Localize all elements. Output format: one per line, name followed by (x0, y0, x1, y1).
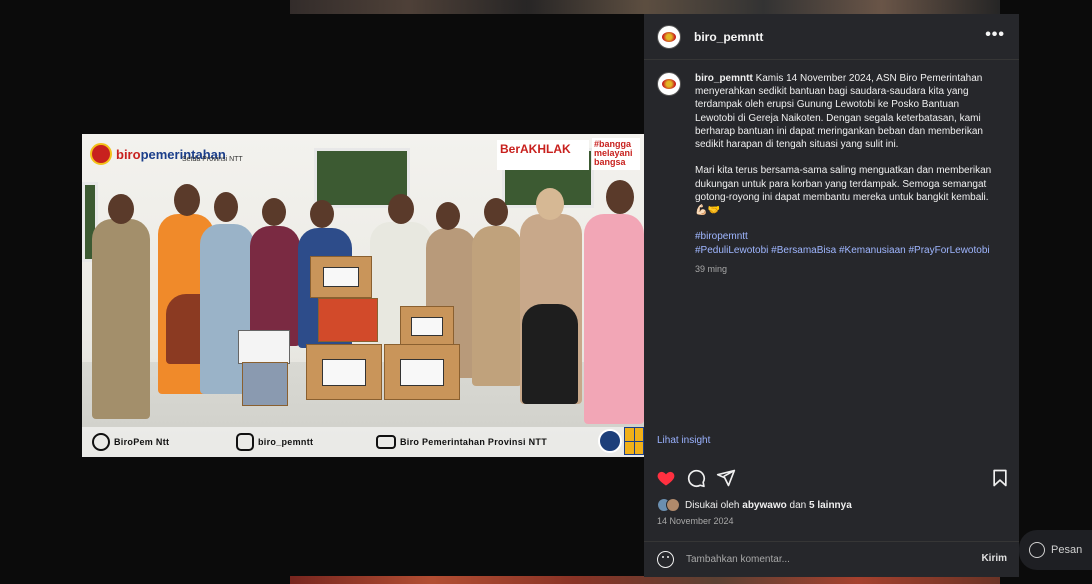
donation-box (238, 330, 290, 364)
facebook-icon (92, 433, 110, 451)
person (250, 226, 300, 346)
footer-facebook-label: BiroPem Ntt (114, 437, 170, 447)
berakhlak-badge: BerAKHLAK (497, 140, 589, 170)
background-feed-thumbnails-top (290, 0, 1000, 14)
person (472, 226, 522, 386)
donation-box (318, 298, 378, 342)
person-head (536, 188, 564, 220)
post-image[interactable]: biropemerintahan Setda Provinsi NTT BerA… (82, 134, 644, 457)
view-insights-link[interactable]: Lihat insight (657, 435, 710, 446)
emoji-icon[interactable] (657, 551, 674, 568)
comment-icon[interactable] (686, 468, 706, 488)
person-head (606, 180, 634, 214)
person-head (436, 202, 460, 230)
avatar (666, 498, 680, 512)
likes-prefix: Disukai oleh (685, 499, 740, 511)
footer-facebook: BiroPem Ntt (92, 433, 169, 451)
footer-instagram: biro_pemntt (236, 433, 313, 451)
footer-youtube-label: Biro Pemerintahan Provinsi NTT (400, 437, 548, 447)
caption-paragraph-2: Mari kita terus bersama-sama saling meng… (695, 165, 992, 217)
bookmark-icon[interactable] (990, 468, 1010, 488)
messages-button[interactable]: Pesan (1019, 530, 1092, 570)
person (92, 219, 150, 419)
bangga-melayani-badge: #bangga melayani bangsa (592, 138, 640, 170)
messages-label: Pesan (1051, 544, 1083, 556)
post-side-panel: biro_pemntt ••• biro_pemntt Kamis 14 Nov… (644, 14, 1019, 577)
messenger-icon (1029, 542, 1045, 558)
person (584, 214, 644, 424)
likes-user[interactable]: abywawo (742, 500, 786, 511)
caption-paragraph-1: Kamis 14 November 2024, ASN Biro Pemerin… (695, 73, 983, 151)
footer-instagram-label: biro_pemntt (258, 437, 314, 447)
person-head (174, 184, 200, 216)
post-time-ago: 39 ming (695, 263, 728, 274)
footer-youtube: Biro Pemerintahan Provinsi NTT (376, 435, 547, 449)
post-username[interactable]: biro_pemntt (694, 30, 763, 44)
certification-badge (624, 427, 644, 455)
post-date: 14 November 2024 (657, 516, 734, 526)
hashtag-line[interactable]: #PeduliLewotobi #BersamaBisa #Kemanusiaa… (695, 244, 1001, 257)
comment-input[interactable] (686, 554, 946, 565)
donation-box (384, 344, 460, 400)
instagram-icon (236, 433, 254, 451)
likes-others[interactable]: 5 lainnya (809, 500, 852, 511)
person-head (484, 198, 508, 226)
donation-box (400, 306, 454, 346)
caption-username[interactable]: biro_pemntt (695, 73, 753, 84)
send-icon[interactable] (716, 468, 736, 488)
likes-connector: dan (789, 499, 807, 511)
donation-box (306, 344, 382, 400)
image-footer-bar: BiroPem Ntt biro_pemntt Biro Pemerintaha… (82, 427, 644, 457)
post-actions (644, 468, 1019, 490)
person-head (388, 194, 414, 224)
donation-box (242, 362, 288, 406)
background-feed-thumbnails-bottom (290, 576, 1000, 584)
emblem-icon (90, 143, 112, 165)
brand-logo: biropemerintahan (90, 140, 226, 168)
person-head (262, 198, 286, 226)
person-head (310, 200, 334, 228)
avatar[interactable] (657, 72, 681, 96)
person-head (214, 192, 238, 222)
avatar[interactable] (657, 24, 681, 49)
donation-box (310, 256, 372, 298)
caption-text: biro_pemntt Kamis 14 November 2024, ASN … (695, 72, 1001, 276)
more-options-icon[interactable]: ••• (985, 26, 1005, 44)
person-head (108, 194, 134, 224)
send-comment-button[interactable]: Kirim (981, 553, 1007, 564)
person (522, 304, 578, 404)
comment-bar: Kirim (644, 541, 1019, 577)
likes-summary[interactable]: Disukai oleh abywawo dan 5 lainnya (657, 498, 852, 512)
brand-subtitle: Setda Provinsi NTT (182, 156, 243, 163)
iso-certification-icon (598, 429, 622, 453)
youtube-icon (376, 435, 396, 449)
hashtag-line[interactable]: #biropemntt (695, 230, 1001, 243)
heart-icon[interactable] (656, 468, 676, 488)
post-header: biro_pemntt ••• (644, 14, 1019, 60)
